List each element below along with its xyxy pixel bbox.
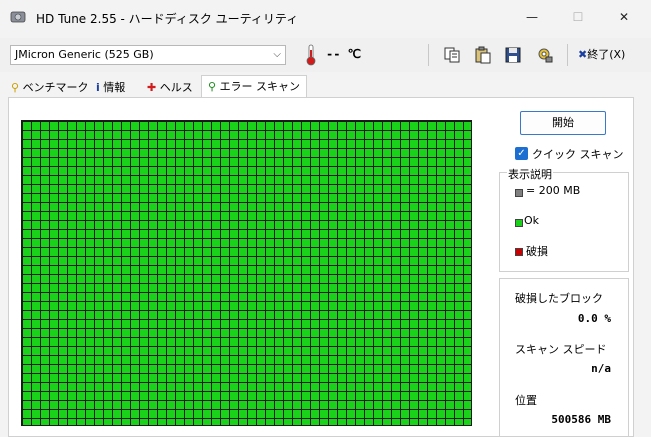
tab-benchmark[interactable]: ⚲ ベンチマーク — [11, 78, 89, 97]
legend-swatch-damaged — [515, 248, 523, 256]
close-button[interactable]: ✕ — [609, 6, 639, 28]
legend-label-ok: Ok — [524, 214, 540, 227]
tab-info-label: 情報 — [103, 81, 126, 94]
magnifier-icon: ⚲ — [208, 80, 217, 93]
copy-icon[interactable] — [443, 46, 461, 64]
start-button[interactable]: 開始 — [520, 111, 606, 135]
scan-speed-value: n/a — [591, 362, 611, 375]
quick-scan-checkbox[interactable]: ✓ — [515, 147, 528, 160]
paste-icon[interactable] — [474, 46, 492, 64]
damaged-blocks-value: 0.0 % — [577, 312, 611, 325]
chevron-down-icon: ⌵ — [273, 49, 281, 60]
legend-title: 表示説明 — [507, 166, 553, 182]
info-icon: i — [96, 81, 100, 94]
drive-select[interactable]: JMicron Generic (525 GB) ⌵ — [10, 45, 286, 65]
app-icon — [10, 11, 26, 23]
tab-health[interactable]: ✚ ヘルス — [147, 78, 193, 97]
tab-info[interactable]: i 情報 — [96, 78, 125, 97]
scan-speed-label: スキャン スピード — [515, 343, 607, 356]
temperature-value: -- ℃ — [326, 47, 362, 61]
maximize-button[interactable]: ☐ — [563, 6, 593, 28]
legend-swatch-ok — [515, 219, 523, 227]
scan-block-grid — [21, 120, 472, 426]
thermometer-icon — [306, 44, 316, 66]
exit-button[interactable]: ✖終了(X) — [578, 46, 625, 62]
health-icon: ✚ — [147, 81, 157, 94]
legend-swatch-size — [515, 189, 523, 197]
drive-select-value: JMicron Generic (525 GB) — [15, 48, 154, 61]
position-value: 500586 MB — [551, 413, 611, 426]
position-label: 位置 — [515, 394, 537, 407]
exit-icon: ✖ — [578, 48, 588, 61]
legend-label-size: = 200 MB — [526, 184, 581, 197]
options-icon[interactable] — [536, 46, 554, 64]
toolbar-divider — [567, 44, 568, 66]
quick-scan-label: クイック スキャン — [532, 148, 624, 161]
tab-error-scan[interactable]: ⚲ エラー スキャン — [201, 75, 308, 97]
benchmark-icon: ⚲ — [11, 81, 20, 94]
exit-label: 終了(X) — [587, 48, 626, 61]
toolbar-divider — [428, 44, 429, 66]
tab-benchmark-label: ベンチマーク — [22, 81, 89, 94]
damaged-blocks-label: 破損したブロック — [515, 292, 603, 305]
window-title: HD Tune 2.55 - ハードディスク ユーティリティ — [36, 12, 299, 26]
tab-health-label: ヘルス — [159, 81, 193, 94]
legend-label-damaged: 破損 — [526, 245, 548, 258]
tab-error-scan-label: エラー スキャン — [219, 80, 301, 93]
save-icon[interactable] — [504, 46, 522, 64]
minimize-button[interactable]: — — [517, 6, 547, 28]
